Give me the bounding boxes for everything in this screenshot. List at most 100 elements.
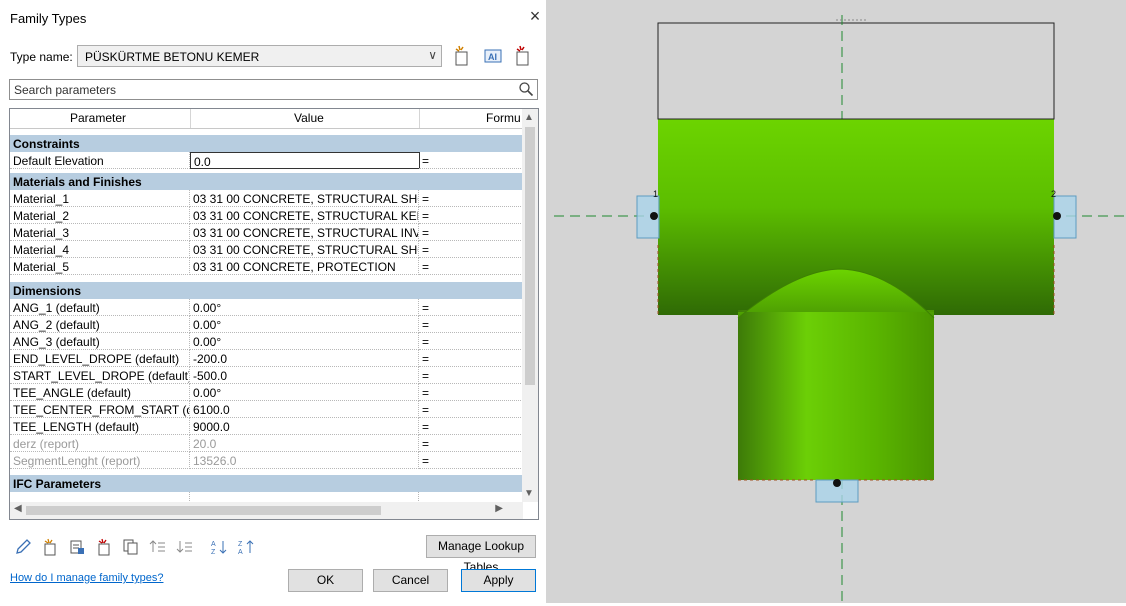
group-header-materials[interactable]: Materials and Finishes bbox=[10, 173, 523, 190]
param-name: Default Elevation bbox=[13, 154, 104, 168]
svg-text:A: A bbox=[238, 549, 243, 556]
chevron-down-icon[interactable]: ∨ bbox=[428, 48, 437, 62]
scroll-thumb[interactable] bbox=[26, 506, 381, 515]
param-value-input[interactable]: 0.0 bbox=[194, 155, 211, 168]
table-row[interactable]: Material_3 03 31 00 CONCRETE, STRUCTURAL… bbox=[10, 224, 523, 241]
param-formula[interactable]: = bbox=[422, 335, 429, 349]
param-value[interactable]: 03 31 00 CONCRETE, STRUCTURAL SHOT bbox=[193, 192, 418, 206]
param-value[interactable]: -200.0 bbox=[193, 352, 227, 366]
column-header-value[interactable]: Value bbox=[294, 111, 324, 125]
param-name: SegmentLenght (report) bbox=[13, 454, 141, 468]
param-formula[interactable]: = bbox=[422, 301, 429, 315]
connector-right-origin bbox=[1053, 212, 1061, 220]
branch-pipe-body[interactable] bbox=[738, 310, 934, 480]
rename-type-icon[interactable]: AI bbox=[482, 45, 504, 67]
scroll-right-icon[interactable]: ▶ bbox=[495, 503, 503, 514]
param-value[interactable]: 6100.0 bbox=[193, 403, 230, 417]
param-value[interactable]: 03 31 00 CONCRETE, STRUCTURAL KEME bbox=[193, 209, 418, 223]
sort-ascending-icon[interactable]: AZ bbox=[210, 538, 228, 556]
table-row[interactable]: START_LEVEL_DROPE (default) -500.0 = bbox=[10, 367, 523, 384]
param-name: TEE_LENGTH (default) bbox=[13, 420, 140, 434]
table-row[interactable]: Material_5 03 31 00 CONCRETE, PROTECTION… bbox=[10, 258, 523, 275]
param-formula[interactable]: = bbox=[422, 437, 429, 451]
param-name: ANG_1 (default) bbox=[13, 301, 100, 315]
apply-button[interactable]: Apply bbox=[461, 569, 536, 592]
table-row[interactable]: ANG_3 (default) 0.00° = bbox=[10, 333, 523, 350]
copy-icon[interactable] bbox=[122, 538, 140, 556]
group-header-dimensions[interactable]: Dimensions bbox=[10, 282, 523, 299]
search-parameters-input[interactable]: Search parameters bbox=[9, 79, 538, 100]
table-row[interactable]: Material_4 03 31 00 CONCRETE, STRUCTURAL… bbox=[10, 241, 523, 258]
horizontal-scrollbar[interactable]: ◀ ▶ bbox=[10, 502, 523, 519]
parameters-grid: Parameter Value Formu Constraints Defaul… bbox=[9, 108, 539, 520]
table-row[interactable]: ANG_2 (default) 0.00° = bbox=[10, 316, 523, 333]
group-header-ifc[interactable]: IFC Parameters bbox=[10, 475, 523, 492]
delete-type-icon[interactable] bbox=[512, 45, 534, 67]
tee-model-view[interactable]: 1 2 bbox=[546, 0, 1126, 603]
param-formula[interactable]: = bbox=[422, 243, 429, 257]
close-button[interactable]: × bbox=[525, 6, 545, 26]
table-row: SegmentLenght (report) 13526.0 = bbox=[10, 452, 523, 469]
scroll-down-icon[interactable]: ▼ bbox=[524, 488, 534, 499]
table-row[interactable]: TEE_ANGLE (default) 0.00° = bbox=[10, 384, 523, 401]
param-formula[interactable]: = bbox=[422, 192, 429, 206]
table-row[interactable]: TEE_LENGTH (default) 9000.0 = bbox=[10, 418, 523, 435]
new-type-icon[interactable] bbox=[451, 45, 473, 67]
move-up-icon[interactable] bbox=[149, 538, 167, 556]
ok-button[interactable]: OK bbox=[288, 569, 363, 592]
param-value[interactable]: 0.00° bbox=[193, 335, 221, 349]
group-header-constraints[interactable]: Constraints bbox=[10, 135, 523, 152]
param-formula[interactable]: = bbox=[422, 226, 429, 240]
param-formula[interactable]: = bbox=[422, 209, 429, 223]
sort-descending-icon[interactable]: ZA bbox=[237, 538, 255, 556]
param-formula[interactable]: = bbox=[422, 403, 429, 417]
param-value[interactable]: -500.0 bbox=[193, 369, 227, 383]
connector-bottom-origin bbox=[833, 479, 841, 487]
param-formula[interactable]: = bbox=[422, 318, 429, 332]
param-formula[interactable]: = bbox=[422, 154, 429, 168]
help-link[interactable]: How do I manage family types? bbox=[10, 572, 163, 584]
param-value[interactable]: 9000.0 bbox=[193, 420, 230, 434]
column-header-formula[interactable]: Formu bbox=[486, 111, 521, 125]
pencil-icon[interactable] bbox=[14, 538, 32, 556]
param-formula[interactable]: = bbox=[422, 352, 429, 366]
scroll-thumb[interactable] bbox=[525, 127, 535, 385]
param-value[interactable]: 03 31 00 CONCRETE, STRUCTURAL SHOT bbox=[193, 243, 418, 257]
type-name-select[interactable]: PÜSKÜRTME BETONU KEMER ∨ bbox=[77, 45, 442, 67]
new-parameter-icon[interactable] bbox=[41, 538, 59, 556]
table-row[interactable]: END_LEVEL_DROPE (default) -200.0 = bbox=[10, 350, 523, 367]
param-value[interactable]: 0.00° bbox=[193, 301, 221, 315]
svg-text:A: A bbox=[211, 541, 216, 548]
table-row[interactable]: Material_2 03 31 00 CONCRETE, STRUCTURAL… bbox=[10, 207, 523, 224]
table-row[interactable]: Material_1 03 31 00 CONCRETE, STRUCTURAL… bbox=[10, 190, 523, 207]
delete-parameter-icon[interactable] bbox=[95, 538, 113, 556]
cancel-button[interactable]: Cancel bbox=[373, 569, 448, 592]
modify-parameter-icon[interactable] bbox=[68, 538, 86, 556]
param-formula[interactable]: = bbox=[422, 454, 429, 468]
param-value[interactable]: 03 31 00 CONCRETE, STRUCTURAL INVER bbox=[193, 226, 418, 240]
column-divider[interactable] bbox=[419, 109, 420, 128]
scroll-up-icon[interactable]: ▲ bbox=[524, 112, 534, 123]
param-value[interactable]: 0.00° bbox=[193, 318, 221, 332]
param-formula[interactable]: = bbox=[422, 260, 429, 274]
param-value[interactable]: 03 31 00 CONCRETE, PROTECTION bbox=[193, 260, 396, 274]
column-divider[interactable] bbox=[190, 109, 191, 128]
manage-lookup-tables-button[interactable]: Manage Lookup Tables bbox=[426, 535, 536, 574]
top-outline-box[interactable] bbox=[657, 22, 1055, 120]
param-formula[interactable]: = bbox=[422, 420, 429, 434]
table-row[interactable]: Default Elevation 0.0 = bbox=[10, 152, 523, 169]
column-header-parameter[interactable]: Parameter bbox=[70, 111, 126, 125]
table-row[interactable]: TEE_CENTER_FROM_START (defau 6100.0 = bbox=[10, 401, 523, 418]
param-value[interactable]: 0.00° bbox=[193, 386, 221, 400]
param-name: derz (report) bbox=[13, 437, 80, 451]
move-down-icon[interactable] bbox=[176, 538, 194, 556]
scroll-left-icon[interactable]: ◀ bbox=[14, 503, 22, 514]
connector-left-origin bbox=[650, 212, 658, 220]
table-row[interactable]: ANG_1 (default) 0.00° = bbox=[10, 299, 523, 316]
vertical-scrollbar[interactable]: ▲ ▼ bbox=[522, 109, 538, 502]
param-name: TEE_ANGLE (default) bbox=[13, 386, 132, 400]
search-icon[interactable] bbox=[518, 81, 534, 97]
param-formula[interactable]: = bbox=[422, 386, 429, 400]
param-formula[interactable]: = bbox=[422, 369, 429, 383]
drawing-viewport[interactable]: 1 2 bbox=[546, 0, 1126, 603]
